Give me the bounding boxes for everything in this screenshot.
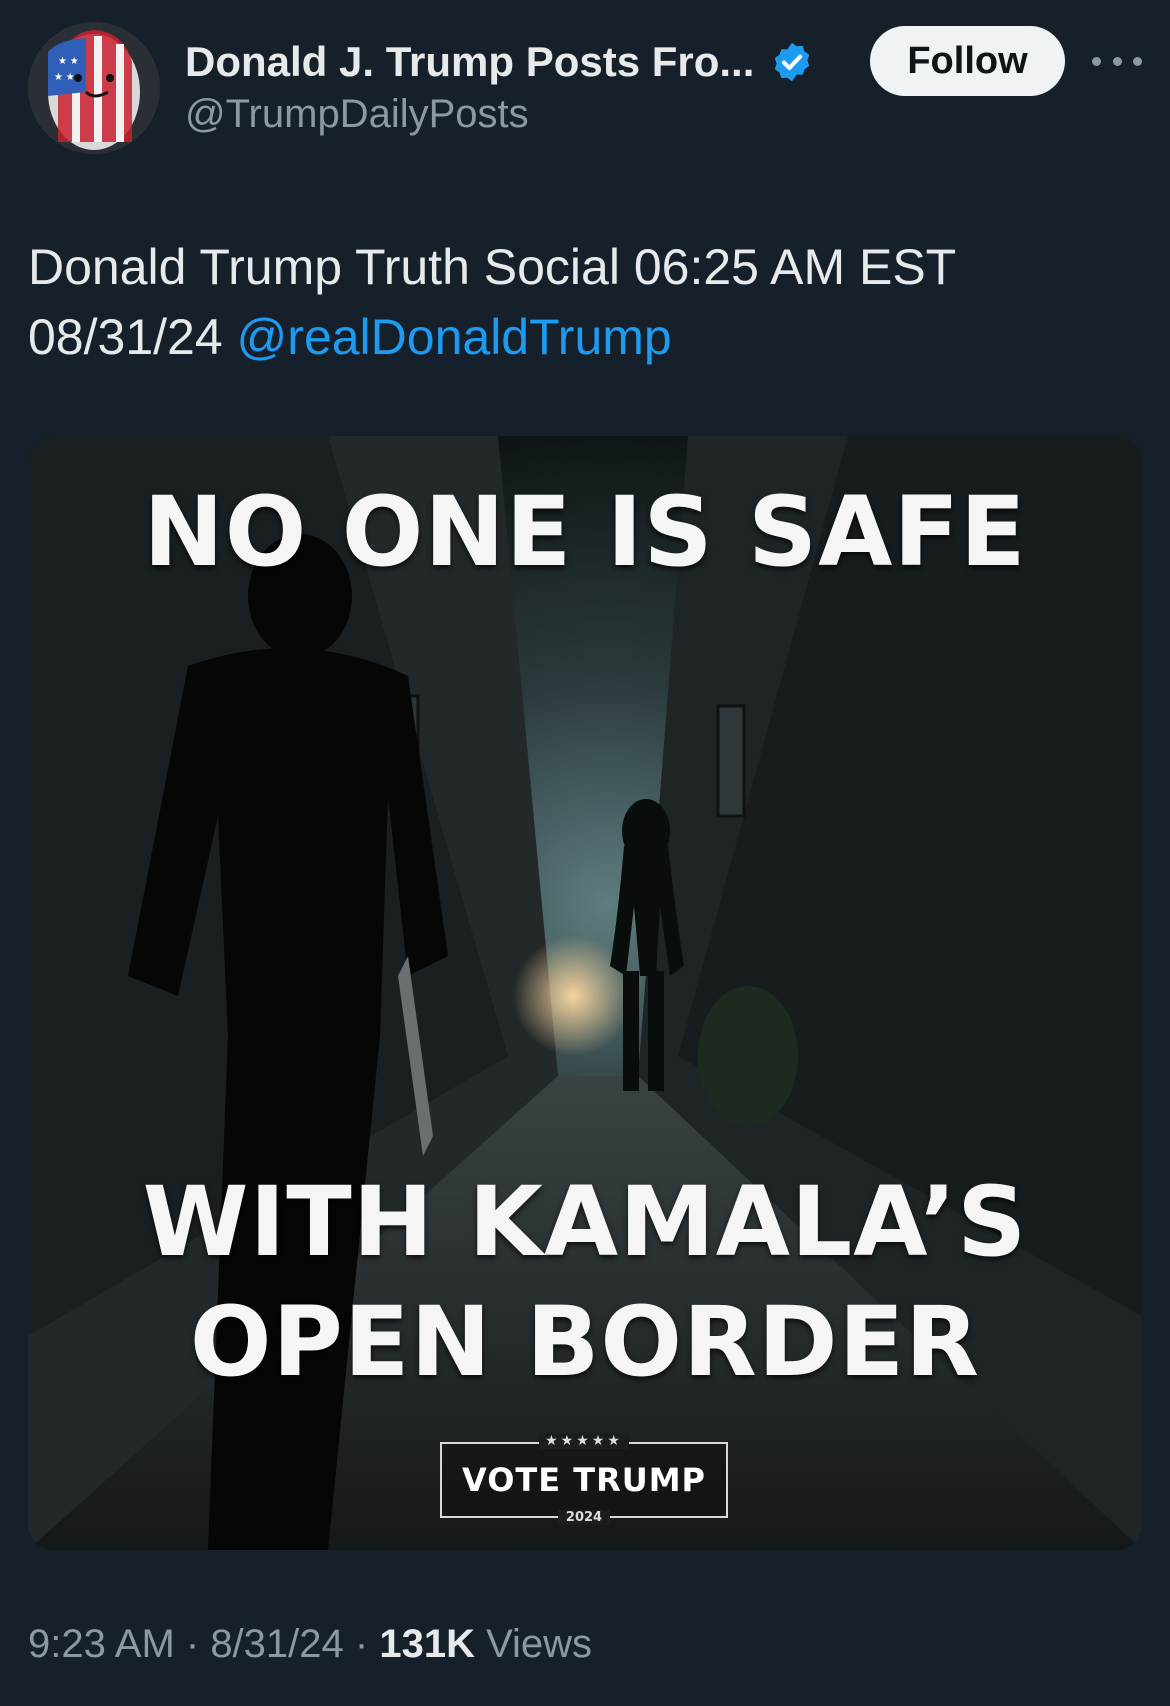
post-date[interactable]: 8/31/24 xyxy=(210,1622,343,1666)
vote-trump-badge: ★★★★★ VOTE TRUMP 2024 xyxy=(440,1433,728,1525)
more-options-icon[interactable] xyxy=(1092,44,1142,78)
separator: · xyxy=(174,1622,211,1666)
tweet-card: ★ ★ ★ ★ Donald J. Trump Posts Fro... @Tr… xyxy=(0,0,1170,1706)
svg-text:★ ★: ★ ★ xyxy=(54,72,75,83)
tweet-text: Donald Trump Truth Social 06:25 AM EST 0… xyxy=(28,232,1138,372)
user-handle[interactable]: @TrumpDailyPosts xyxy=(185,92,529,137)
tweet-text-date: 08/31/24 xyxy=(28,309,237,365)
badge-year: 2024 xyxy=(557,1510,611,1525)
image-subline-1: WITH KAMALA’S xyxy=(142,1166,1028,1278)
separator: · xyxy=(343,1622,380,1666)
tweet-media-image[interactable]: NO ONE IS SAFE WITH KAMALA’S OPEN BORDER… xyxy=(28,436,1142,1550)
follow-button[interactable]: Follow xyxy=(870,26,1065,96)
image-headline: NO ONE IS SAFE xyxy=(143,476,1027,588)
image-subline-2: OPEN BORDER xyxy=(189,1286,981,1398)
tweet-text-line1: Donald Trump Truth Social 06:25 AM EST xyxy=(28,239,957,295)
svg-text:★ ★: ★ ★ xyxy=(58,56,79,67)
post-time[interactable]: 9:23 AM xyxy=(28,1622,175,1666)
avatar-image: ★ ★ ★ ★ xyxy=(28,22,160,154)
views-count[interactable]: 131K xyxy=(379,1622,475,1666)
tweet-meta: 9:23 AM · 8/31/24 · 131K Views xyxy=(28,1622,592,1667)
badge-text: VOTE TRUMP xyxy=(462,1461,706,1499)
mention-link[interactable]: @realDonaldTrump xyxy=(237,309,672,365)
verified-badge-icon xyxy=(774,42,810,82)
views-label: Views xyxy=(474,1622,593,1666)
badge-stars: ★★★★★ xyxy=(539,1433,629,1449)
display-name[interactable]: Donald J. Trump Posts Fro... xyxy=(185,38,754,86)
avatar[interactable]: ★ ★ ★ ★ xyxy=(28,22,160,154)
